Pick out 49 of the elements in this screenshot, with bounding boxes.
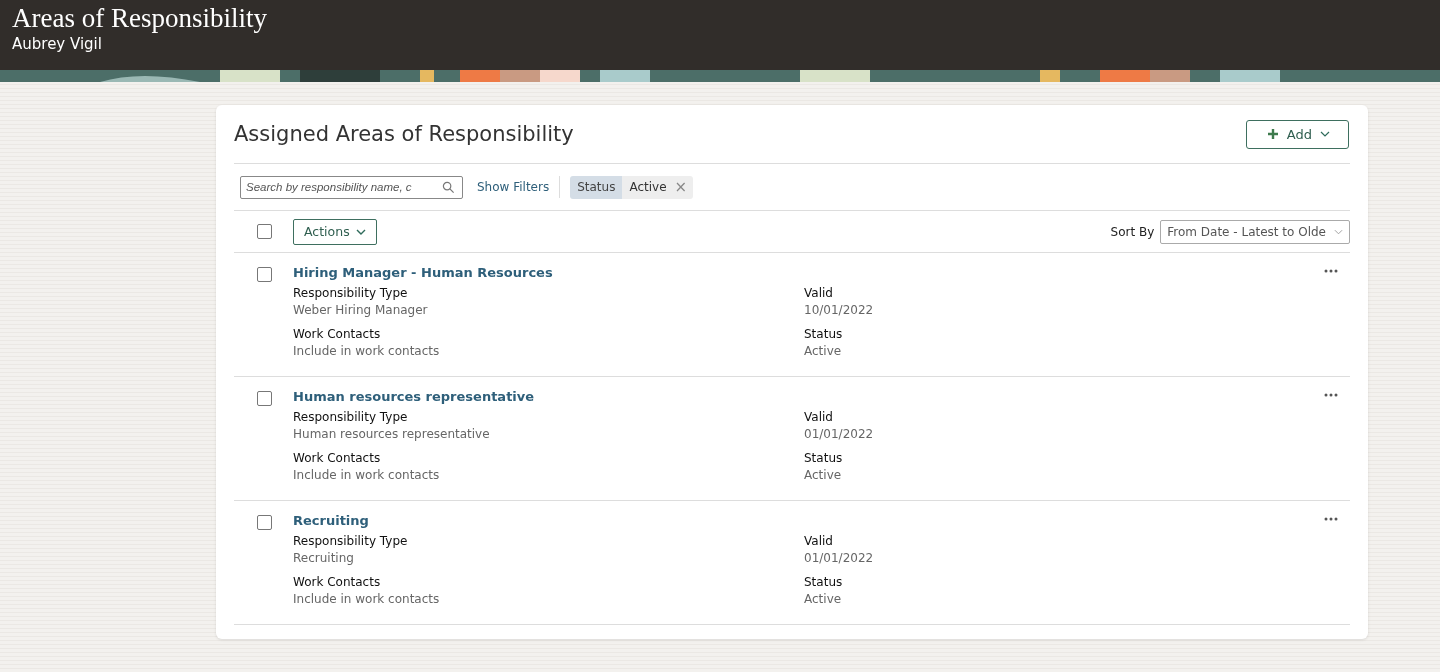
field-value: Human resources representative — [293, 426, 491, 443]
field-value: Include in work contacts — [293, 467, 441, 484]
filter-value: Active — [622, 175, 667, 199]
field-value: Recruiting — [293, 550, 355, 567]
field-value: 10/01/2022 — [804, 302, 875, 319]
field-label: Status — [804, 326, 844, 342]
person-name: Aubrey Vigil — [12, 35, 103, 53]
field-value: Include in work contacts — [293, 591, 441, 608]
field-label: Responsibility Type — [293, 533, 409, 549]
field-label: Work Contacts — [293, 450, 382, 466]
field-value: Active — [804, 591, 843, 608]
ellipsis-icon — [1324, 269, 1338, 273]
plus-icon — [1266, 128, 1279, 140]
chevron-down-icon — [355, 228, 366, 235]
chevron-down-icon — [1320, 131, 1330, 137]
show-filters-link[interactable]: Show Filters — [477, 180, 550, 194]
responsibility-link[interactable]: Recruiting — [293, 513, 1318, 528]
select-all-checkbox[interactable] — [257, 224, 272, 239]
panel-title: Assigned Areas of Responsibility — [234, 122, 574, 146]
field-value: Weber Hiring Manager — [293, 302, 429, 319]
sort-label: Sort By — [1110, 224, 1155, 239]
row-checkbox[interactable] — [257, 515, 272, 530]
field-value: 01/01/2022 — [804, 550, 875, 567]
sort-dropdown[interactable]: From Date - Latest to Olde — [1160, 219, 1350, 244]
ellipsis-icon — [1324, 393, 1338, 397]
ellipsis-icon — [1324, 517, 1338, 521]
row-checkbox[interactable] — [257, 391, 272, 406]
field-value: 01/01/2022 — [804, 426, 875, 443]
field-value: Active — [804, 467, 843, 484]
field-label: Status — [804, 450, 844, 466]
actions-button[interactable]: Actions — [293, 218, 377, 245]
field-label: Work Contacts — [293, 574, 382, 590]
field-label: Responsibility Type — [293, 409, 409, 425]
chevron-down-icon — [1334, 228, 1343, 235]
responsibility-link[interactable]: Hiring Manager - Human Resources — [293, 265, 1318, 280]
responsibility-link[interactable]: Human resources representative — [293, 389, 1318, 404]
field-value: Include in work contacts — [293, 343, 441, 360]
field-label: Work Contacts — [293, 326, 382, 342]
row-checkbox[interactable] — [257, 267, 272, 282]
page-title: Areas of Responsibility — [12, 2, 268, 34]
filter-name: Status — [570, 175, 623, 199]
field-label: Valid — [804, 285, 834, 301]
field-label: Status — [804, 574, 844, 590]
field-label: Valid — [804, 409, 834, 425]
search-field[interactable]: Search by responsibility name, c — [240, 175, 463, 199]
field-label: Valid — [804, 533, 834, 549]
add-button[interactable]: Add — [1245, 119, 1349, 149]
field-value: Active — [804, 343, 843, 360]
field-label: Responsibility Type — [293, 285, 409, 301]
